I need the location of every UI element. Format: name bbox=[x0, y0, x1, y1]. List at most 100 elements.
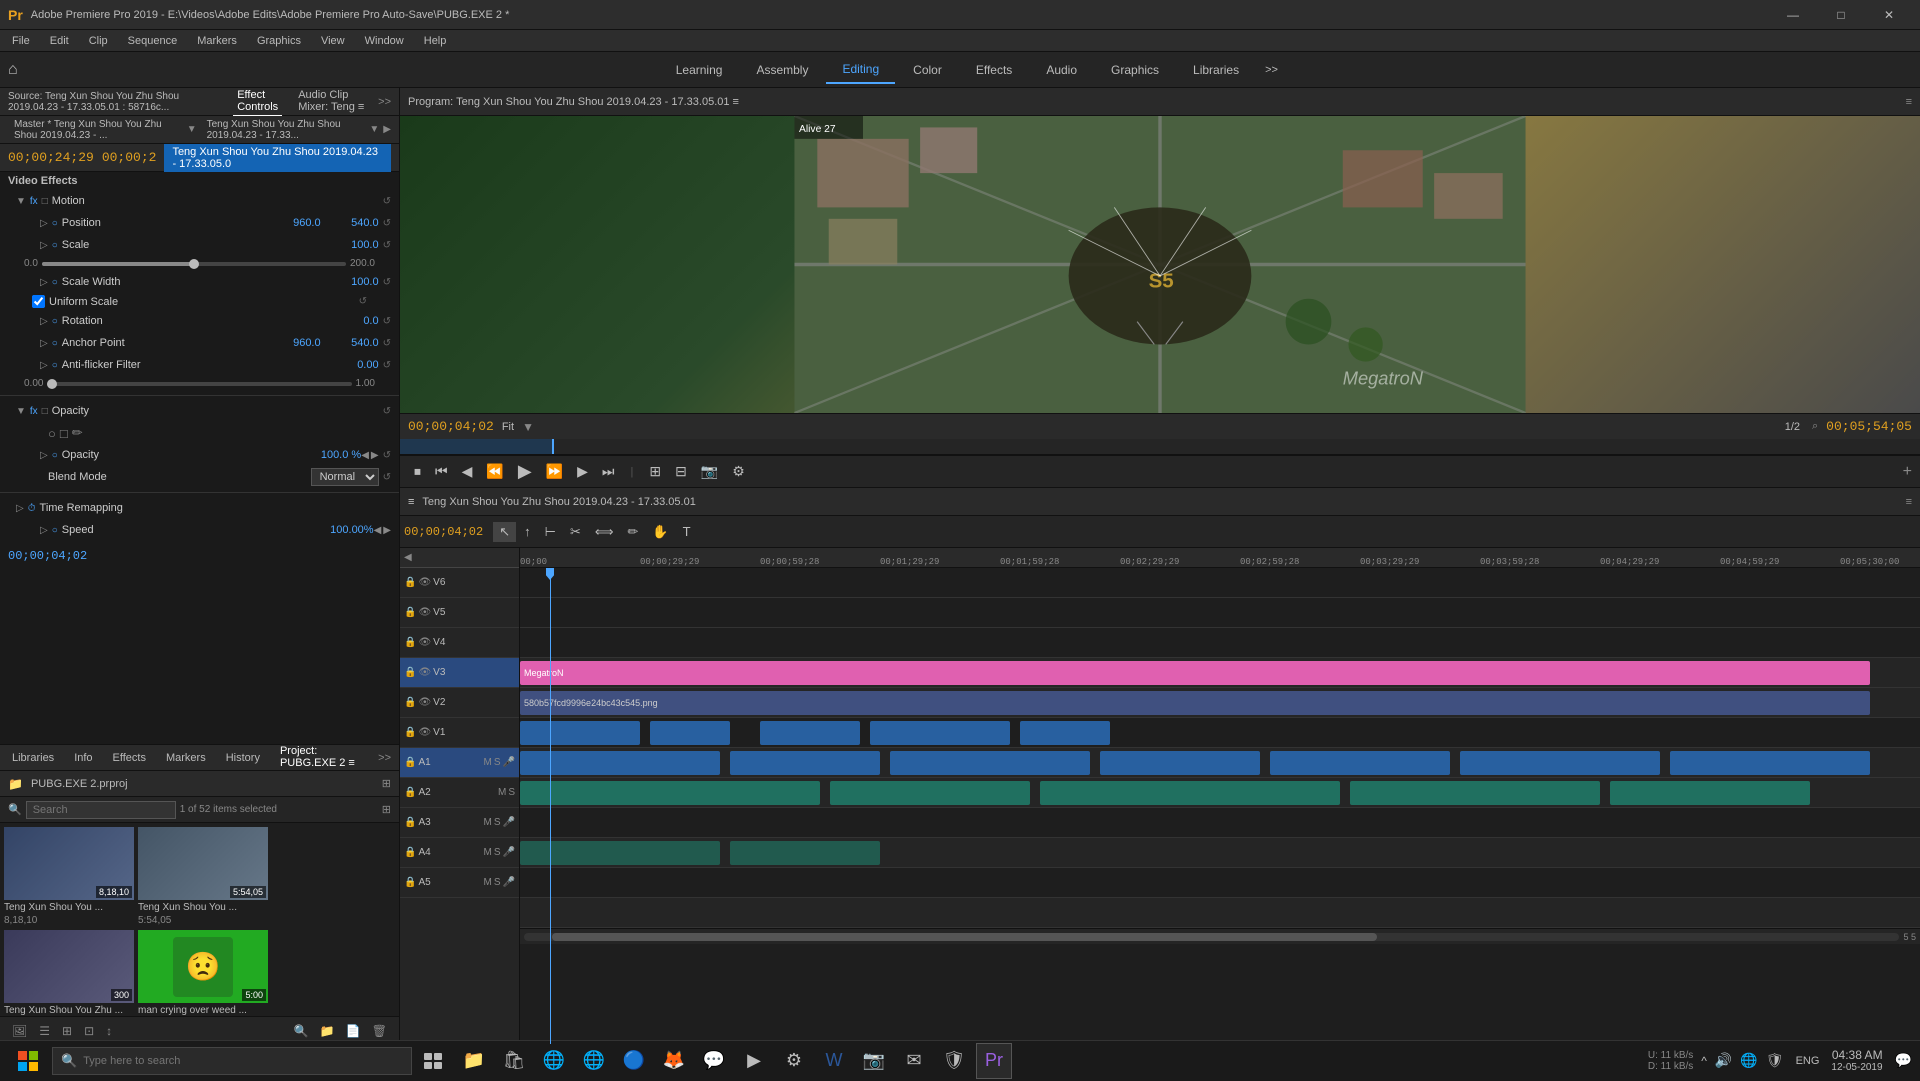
opacity-enable[interactable]: □ bbox=[42, 406, 48, 417]
youtube-button[interactable]: ▶ bbox=[736, 1043, 772, 1079]
time-remapping-row[interactable]: ▷ ⏱ Time Remapping bbox=[0, 497, 399, 519]
clip-v2-3[interactable] bbox=[760, 721, 860, 745]
scale-reset-icon[interactable]: ↺ bbox=[383, 240, 391, 251]
position-y-value[interactable]: 540.0 bbox=[329, 217, 379, 229]
pen-tool[interactable]: ✏ bbox=[622, 522, 645, 542]
tab-assembly[interactable]: Assembly bbox=[740, 57, 824, 83]
camera-button[interactable]: 📷 bbox=[856, 1043, 892, 1079]
tab-effect-controls[interactable]: Effect Controls bbox=[233, 87, 282, 116]
a2-m-icon[interactable]: M bbox=[498, 787, 506, 798]
opacity-rect-icon[interactable]: □ bbox=[60, 426, 68, 441]
master-selector[interactable]: Master * Teng Xun Shou You Zhu Shou 2019… bbox=[8, 117, 183, 143]
scale-width-reset-icon[interactable]: ↺ bbox=[383, 277, 391, 288]
tab-libraries[interactable]: Libraries bbox=[1177, 57, 1255, 83]
uniform-scale-reset-icon[interactable]: ↺ bbox=[359, 296, 367, 307]
ripple-tool[interactable]: ⊢ bbox=[539, 522, 562, 542]
tab-effects-panel[interactable]: Effects bbox=[109, 750, 150, 766]
clip-selector[interactable]: Teng Xun Shou You Zhu Shou 2019.04.23 - … bbox=[201, 117, 366, 143]
menu-file[interactable]: File bbox=[4, 33, 38, 49]
scale-row[interactable]: ▷ ○ Scale 100.0 ↺ bbox=[0, 234, 399, 256]
tab-graphics[interactable]: Graphics bbox=[1095, 57, 1175, 83]
clip-v1-6[interactable] bbox=[1460, 751, 1660, 775]
a4-m-icon[interactable]: M bbox=[484, 847, 492, 858]
clip-v1-2[interactable] bbox=[730, 751, 880, 775]
security-icon[interactable]: 🛡 bbox=[1766, 1052, 1784, 1069]
a3-mic-icon[interactable]: 🎤 bbox=[503, 817, 515, 828]
timeline-tracks-area[interactable]: 00;00 00;00;29;29 00;00;59;28 00;01;29;2… bbox=[520, 548, 1920, 1044]
panel-icon-tool[interactable]: 🖼 bbox=[8, 1022, 31, 1040]
edge-button[interactable]: 🌐 bbox=[536, 1043, 572, 1079]
clip-v2-2[interactable] bbox=[650, 721, 730, 745]
v3-eye-icon[interactable]: 👁 bbox=[418, 667, 431, 678]
clip-v2-5[interactable] bbox=[1020, 721, 1110, 745]
v6-eye-icon[interactable]: 👁 bbox=[418, 577, 431, 588]
v1-eye-icon[interactable]: 👁 bbox=[418, 727, 431, 738]
v4-lock-icon[interactable]: 🔒 bbox=[404, 637, 416, 648]
anti-flicker-reset-icon[interactable]: ↺ bbox=[383, 360, 391, 371]
thumbnail-item[interactable]: 😟 5:00 man crying over weed ... 5:00 bbox=[138, 930, 268, 1016]
speaker-taskbar-icon[interactable]: 🔊 bbox=[1715, 1052, 1732, 1069]
a2-s-icon[interactable]: S bbox=[508, 787, 515, 798]
track-collapse-icon[interactable]: ◀ bbox=[404, 552, 412, 563]
clip-image[interactable]: 580b57fcd9996e24bc43c545.png bbox=[520, 691, 1870, 715]
v4-eye-icon[interactable]: 👁 bbox=[418, 637, 431, 648]
anchor-point-row[interactable]: ▷ ○ Anchor Point 960.0 540.0 ↺ bbox=[0, 332, 399, 354]
timeline-expand-icon[interactable]: ≡ bbox=[408, 496, 414, 508]
timeline-scrollbar-track[interactable] bbox=[524, 933, 1899, 941]
position-row[interactable]: ▷ ○ Position 960.0 540.0 ↺ bbox=[0, 212, 399, 234]
step-frame-forward-button[interactable]: ▶ bbox=[571, 461, 594, 482]
anchor-x-value[interactable]: 960.0 bbox=[271, 337, 321, 349]
timeline-menu-icon[interactable]: ≡ bbox=[1906, 496, 1912, 508]
opacity-value-toggle[interactable]: ▷ bbox=[40, 450, 48, 461]
chevron-icon[interactable]: ^ bbox=[1701, 1054, 1707, 1068]
firefox-button[interactable]: 🦊 bbox=[656, 1043, 692, 1079]
menu-edit[interactable]: Edit bbox=[42, 33, 77, 49]
taskbar-search[interactable]: 🔍 bbox=[52, 1047, 412, 1075]
clip-v1-7[interactable] bbox=[1670, 751, 1870, 775]
play-button[interactable]: ▶ bbox=[512, 459, 538, 484]
close-button[interactable]: ✕ bbox=[1866, 0, 1912, 30]
a1-lock-icon[interactable]: 🔒 bbox=[404, 757, 416, 768]
anchor-reset-icon[interactable]: ↺ bbox=[383, 338, 391, 349]
opacity-pen-icon[interactable]: ✏ bbox=[72, 425, 83, 441]
taskbar-search-input[interactable] bbox=[83, 1055, 403, 1067]
clip-dropdown-icon[interactable]: ▼ bbox=[369, 124, 379, 135]
timeline-scroll-bar[interactable]: 5 5 bbox=[520, 928, 1920, 944]
step-back-button[interactable]: ⏮ bbox=[429, 461, 454, 482]
menu-clip[interactable]: Clip bbox=[81, 33, 116, 49]
antivirus-button[interactable]: 🛡 bbox=[936, 1043, 972, 1079]
speed-row[interactable]: ▷ ○ Speed 100.00% ◀▶ bbox=[0, 519, 399, 541]
anti-flicker-row[interactable]: ▷ ○ Anti-flicker Filter 0.00 ↺ bbox=[0, 354, 399, 376]
speed-arrows[interactable]: ◀▶ bbox=[374, 525, 391, 536]
fit-dropdown-icon[interactable]: ▼ bbox=[522, 420, 534, 434]
opacity-row[interactable]: ▷ ○ Opacity 100.0 % ◀▶ ↺ bbox=[0, 444, 399, 466]
stop-button[interactable]: ⏹ bbox=[408, 461, 427, 482]
thumbnail-item[interactable]: 300 Teng Xun Shou You Zhu ... 300 bbox=[4, 930, 134, 1016]
position-toggle[interactable]: ▷ bbox=[40, 218, 48, 229]
file-explorer-button[interactable]: 📁 bbox=[456, 1043, 492, 1079]
clip-a1-4[interactable] bbox=[1350, 781, 1600, 805]
rotation-row[interactable]: ▷ ○ Rotation 0.0 ↺ bbox=[0, 310, 399, 332]
rotation-toggle[interactable]: ▷ bbox=[40, 316, 48, 327]
fx-motion-row[interactable]: ▼ fx □ Motion ↺ bbox=[0, 190, 399, 212]
overwrite-button[interactable]: ⊟ bbox=[669, 461, 693, 482]
tab-audio[interactable]: Audio bbox=[1030, 57, 1093, 83]
tab-libraries[interactable]: Libraries bbox=[8, 750, 58, 766]
add-marker-button[interactable]: + bbox=[1903, 463, 1912, 481]
a4-mic-icon[interactable]: 🎤 bbox=[503, 847, 515, 858]
clip-v1-5[interactable] bbox=[1270, 751, 1450, 775]
mail-button[interactable]: ✉ bbox=[896, 1043, 932, 1079]
razor-tool[interactable]: ✂ bbox=[564, 522, 587, 542]
v2-eye-icon[interactable]: 👁 bbox=[418, 697, 431, 708]
premiere-button[interactable]: Pr bbox=[976, 1043, 1012, 1079]
motion-enable[interactable]: □ bbox=[42, 196, 48, 207]
step-forward-button[interactable]: ⏭ bbox=[596, 461, 621, 482]
clip-v2-1[interactable] bbox=[520, 721, 640, 745]
track-select-tool[interactable]: ↑ bbox=[518, 522, 537, 541]
opacity-arrows[interactable]: ◀▶ bbox=[361, 450, 378, 461]
menu-help[interactable]: Help bbox=[416, 33, 455, 49]
panel-delete-tool[interactable]: 🗑 bbox=[368, 1022, 391, 1040]
a3-s-icon[interactable]: S bbox=[494, 817, 501, 828]
maximize-button[interactable]: □ bbox=[1818, 0, 1864, 30]
tab-learning[interactable]: Learning bbox=[660, 57, 739, 83]
